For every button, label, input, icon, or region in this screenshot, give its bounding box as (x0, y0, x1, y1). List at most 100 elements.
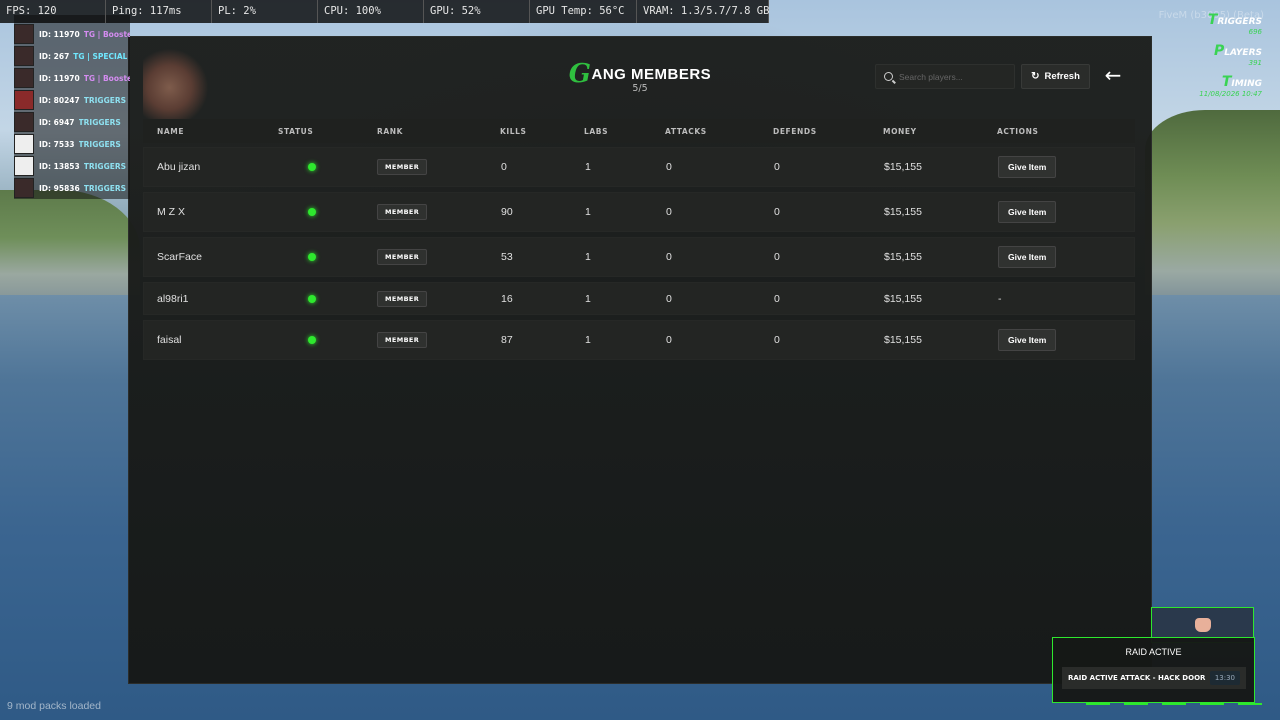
hud-triggers: TRIGGERS 696 (1142, 12, 1262, 36)
player-row: ID: 80247 TRIGGERS (14, 89, 130, 111)
rank-badge: MEMBER (377, 204, 428, 220)
hud-right: TRIGGERS 696 PLAYERS 391 TIMING 11/08/20… (1142, 12, 1262, 105)
fist-icon (1194, 618, 1211, 632)
avatar (14, 178, 34, 198)
member-money: $15,155 (884, 292, 922, 305)
member-name: faisal (157, 334, 182, 346)
arrow-left-icon: ← (1104, 63, 1122, 87)
col-status: STATUS (278, 126, 314, 136)
col-money: MONEY (883, 126, 917, 136)
give-item-button[interactable]: Give Item (998, 201, 1057, 223)
member-attacks: 0 (666, 161, 672, 173)
member-labs: 1 (585, 292, 591, 305)
members-table: Abu jizan MEMBER 0 1 0 0 $15,155 Give It… (143, 147, 1135, 365)
player-tag: TRIGGERS (78, 139, 121, 149)
avatar (14, 112, 34, 132)
raid-bar (1238, 703, 1262, 705)
member-labs: 1 (585, 161, 591, 173)
avatar (14, 156, 34, 176)
member-name: ScarFace (157, 251, 202, 263)
hud-timing-initial: T (1221, 74, 1232, 90)
hud-players-label: LAYERS (1224, 48, 1262, 58)
raid-bar (1162, 703, 1186, 705)
perf-ping: Ping: 117ms (106, 0, 212, 23)
rank-badge: MEMBER (377, 159, 428, 175)
player-row: ID: 95836 TRIGGERS (14, 177, 130, 199)
refresh-button[interactable]: ↻ Refresh (1021, 64, 1090, 89)
search-input[interactable] (899, 71, 1007, 82)
player-id: ID: 6947 (39, 117, 75, 127)
hud-triggers-initial: T (1207, 12, 1218, 28)
player-row: ID: 267 TG | SPECIAL (14, 45, 130, 67)
perf-gpu: GPU: 52% (424, 0, 530, 23)
member-defends: 0 (774, 206, 780, 218)
player-id: ID: 7533 (39, 139, 75, 149)
hud-timing-value: 11/08/2026 10:47 (1199, 90, 1262, 98)
perf-cpu: CPU: 100% (318, 0, 424, 23)
player-id: ID: 80247 (39, 95, 80, 105)
avatar (14, 46, 34, 66)
player-row: ID: 7533 TRIGGERS (14, 133, 130, 155)
raid-bar (1086, 703, 1110, 705)
avatar (14, 68, 34, 88)
member-money: $15,155 (884, 334, 922, 346)
member-name: al98ri1 (157, 292, 189, 305)
player-id: ID: 11970 (39, 29, 80, 39)
title-text: ANG MEMBERS (591, 66, 712, 83)
give-item-button[interactable]: Give Item (998, 156, 1057, 178)
perf-fps: FPS: 120 (0, 0, 106, 23)
refresh-label: Refresh (1044, 71, 1080, 82)
player-tag: TRIGGERS (83, 161, 127, 171)
mod-packs-label: 9 mod packs loaded (7, 700, 101, 712)
table-header: NAME STATUS RANK KILLS LABS ATTACKS DEFE… (143, 119, 1135, 143)
hud-players-value: 391 (1248, 59, 1262, 67)
member-money: $15,155 (884, 161, 922, 173)
hud-triggers-value: 696 (1248, 28, 1262, 36)
raid-title: RAID ACTIVE (1125, 647, 1182, 657)
col-actions: ACTIONS (997, 126, 1039, 136)
background-hill-left (0, 190, 140, 310)
table-row: al98ri1 MEMBER 16 1 0 0 $15,155 - (143, 282, 1135, 315)
player-id: ID: 13853 (39, 161, 80, 171)
member-kills: 0 (501, 161, 507, 173)
rank-badge: MEMBER (377, 332, 428, 348)
raid-bar (1200, 703, 1224, 705)
rank-badge: MEMBER (377, 290, 428, 307)
give-item-button[interactable]: Give Item (998, 246, 1057, 268)
player-tag: TG | Booster (83, 73, 130, 83)
status-online-icon (308, 253, 316, 261)
col-defends: DEFENDS (773, 126, 817, 136)
search-box[interactable] (875, 64, 1015, 89)
search-icon (884, 72, 893, 81)
gang-members-panel: GANG MEMBERS 5/5 ↻ Refresh ← NAME STATUS… (128, 36, 1152, 684)
player-id: ID: 267 (39, 51, 70, 61)
table-row: ScarFace MEMBER 53 1 0 0 $15,155 Give It… (143, 237, 1135, 277)
perf-pl: PL: 2% (212, 0, 318, 23)
member-kills: 90 (501, 206, 513, 218)
rank-badge: MEMBER (377, 249, 428, 265)
player-id: ID: 11970 (39, 73, 80, 83)
member-attacks: 0 (666, 251, 672, 263)
player-tag: TG | Booster (83, 29, 130, 39)
performance-bar: FPS: 120 Ping: 117ms PL: 2% CPU: 100% GP… (0, 0, 769, 23)
member-defends: 0 (774, 292, 780, 305)
status-online-icon (308, 163, 316, 171)
status-online-icon (308, 294, 316, 303)
raid-notification: RAID ACTIVE RAID ACTIVE ATTACK - HACK DO… (1052, 637, 1255, 703)
col-rank: RANK (377, 126, 404, 136)
player-tag: TRIGGERS (83, 95, 127, 105)
give-item-button[interactable]: Give Item (998, 329, 1057, 351)
col-labs: LABS (584, 126, 609, 136)
member-labs: 1 (585, 251, 591, 263)
player-id: ID: 95836 (39, 183, 80, 193)
hud-timing: TIMING 11/08/2026 10:47 (1142, 74, 1262, 98)
member-labs: 1 (585, 206, 591, 218)
player-tag: TRIGGERS (83, 183, 127, 193)
status-online-icon (308, 208, 316, 216)
col-kills: KILLS (500, 126, 527, 136)
back-button[interactable]: ← (1101, 65, 1125, 89)
hud-players: PLAYERS 391 (1142, 43, 1262, 67)
no-action: - (998, 292, 1002, 305)
player-row: ID: 6947 TRIGGERS (14, 111, 130, 133)
hud-timing-label: IMING (1231, 79, 1262, 89)
